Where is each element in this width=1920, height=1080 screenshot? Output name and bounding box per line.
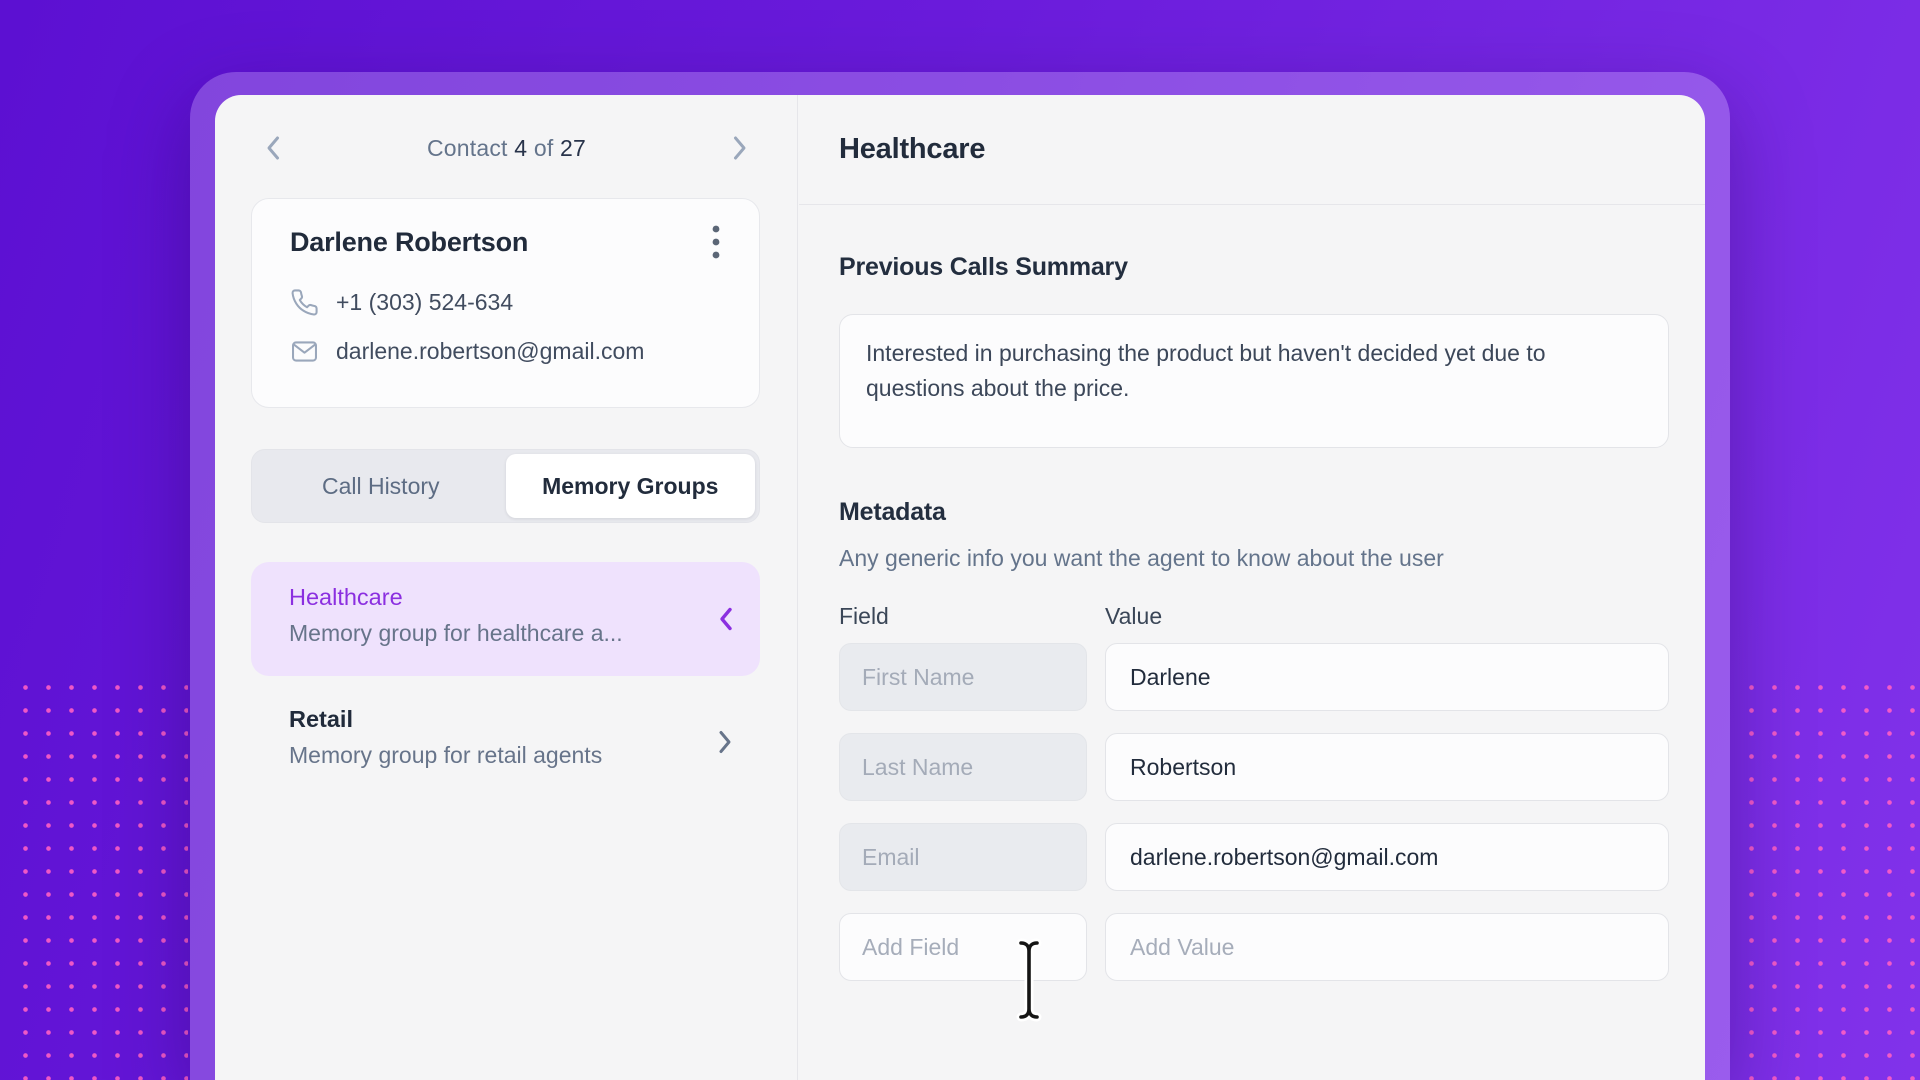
contact-menu-button[interactable] <box>699 223 733 263</box>
page-title: Healthcare <box>839 133 985 166</box>
field-column-label: Field <box>839 603 1105 630</box>
kebab-menu-icon <box>712 224 720 263</box>
dot-pattern-left <box>14 676 188 1080</box>
metadata-rows <box>839 643 1669 981</box>
detail-header: Healthcare <box>799 95 1705 205</box>
memory-group-content: Healthcare Memory group for healthcare a… <box>251 562 760 647</box>
field-name-input-last-name <box>839 733 1087 801</box>
phone-icon <box>290 288 319 317</box>
chevron-right-icon <box>731 134 749 162</box>
metadata-row <box>839 823 1669 891</box>
chevron-left-icon <box>264 134 282 162</box>
value-input-last-name[interactable] <box>1105 733 1669 801</box>
memory-group-title: Healthcare <box>289 584 700 611</box>
value-column-label: Value <box>1105 603 1162 630</box>
contact-counter-current: 4 <box>514 135 527 161</box>
chevron-right-icon <box>717 728 734 756</box>
value-input-first-name[interactable] <box>1105 643 1669 711</box>
field-name-input-email <box>839 823 1087 891</box>
metadata-row <box>839 913 1669 981</box>
contact-email-row: darlene.robertson@gmail.com <box>252 337 759 366</box>
memory-group-detail-panel: Healthcare Previous Calls Summary Intere… <box>799 95 1705 1080</box>
sidebar-tabs: Call History Memory Groups <box>251 449 760 523</box>
memory-group-title: Retail <box>289 706 700 733</box>
chevron-left-icon <box>717 605 734 633</box>
summary-heading: Previous Calls Summary <box>839 253 1669 282</box>
metadata-row <box>839 643 1669 711</box>
memory-group-description: Memory group for retail agents <box>289 742 700 769</box>
tab-memory-groups[interactable]: Memory Groups <box>506 454 756 518</box>
metadata-row <box>839 733 1669 801</box>
value-input-email[interactable] <box>1105 823 1669 891</box>
contact-counter-total: 27 <box>560 135 586 161</box>
metadata-subtitle: Any generic info you want the agent to k… <box>839 545 1669 572</box>
add-field-input[interactable] <box>839 913 1087 981</box>
metadata-column-labels: Field Value <box>839 603 1669 630</box>
memory-group-item-retail[interactable]: Retail Memory group for retail agents <box>251 692 760 792</box>
metadata-heading: Metadata <box>839 498 1669 527</box>
mail-icon <box>290 337 319 366</box>
contact-phone: +1 (303) 524-634 <box>336 289 513 316</box>
field-name-input-first-name <box>839 643 1087 711</box>
contact-counter-of: of <box>534 135 554 161</box>
memory-group-item-healthcare[interactable]: Healthcare Memory group for healthcare a… <box>251 562 760 676</box>
app-background: Contact 4 of 27 Darlene Robertson <box>0 0 1920 1080</box>
detail-content: Previous Calls Summary Interested in pur… <box>799 253 1705 981</box>
contact-sidebar: Contact 4 of 27 Darlene Robertson <box>215 95 798 1080</box>
contact-phone-row: +1 (303) 524-634 <box>252 288 759 317</box>
tab-call-history[interactable]: Call History <box>256 454 506 518</box>
memory-group-content: Retail Memory group for retail agents <box>251 692 760 769</box>
contact-pagination: Contact 4 of 27 <box>251 125 762 171</box>
contact-counter-label: Contact <box>427 135 508 161</box>
contact-counter: Contact 4 of 27 <box>427 135 586 162</box>
contact-card: Darlene Robertson +1 (303) 524-634 <box>251 198 760 408</box>
add-value-input[interactable] <box>1105 913 1669 981</box>
previous-contact-button[interactable] <box>251 126 295 170</box>
app-window: Contact 4 of 27 Darlene Robertson <box>215 95 1705 1080</box>
dot-pattern-right <box>1740 676 1918 1080</box>
memory-group-description: Memory group for healthcare a... <box>289 620 700 647</box>
contact-name: Darlene Robertson <box>290 227 528 258</box>
contact-email: darlene.robertson@gmail.com <box>336 338 644 365</box>
previous-calls-summary-box[interactable]: Interested in purchasing the product but… <box>839 314 1669 448</box>
next-contact-button[interactable] <box>718 126 762 170</box>
contact-name-row: Darlene Robertson <box>252 199 759 263</box>
